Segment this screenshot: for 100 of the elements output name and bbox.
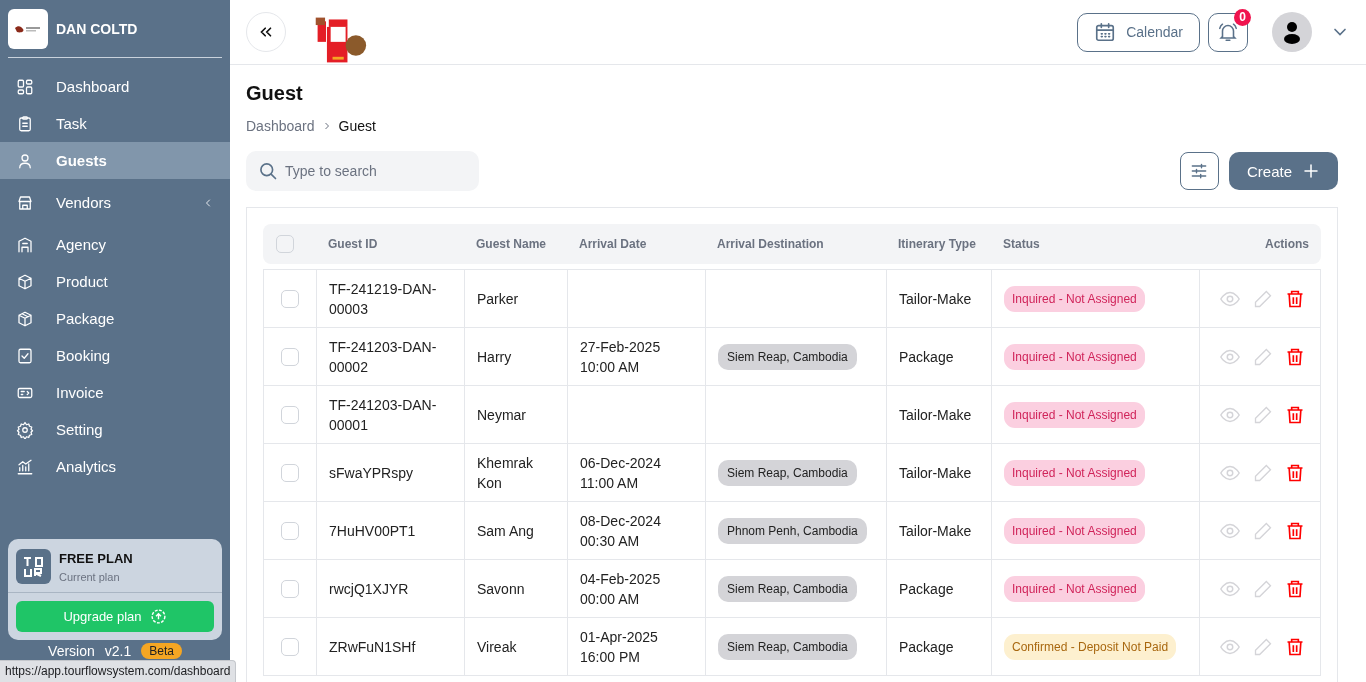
- collapse-button[interactable]: [246, 12, 286, 52]
- sidebar-item[interactable]: Package: [0, 300, 230, 337]
- itinerary-type: Tailor-Make: [899, 405, 973, 425]
- building-icon: [16, 235, 34, 254]
- status-tag: Inquired - Not Assigned: [1004, 285, 1145, 312]
- itinerary-type: Package: [899, 637, 955, 657]
- notification-count: 0: [1234, 8, 1251, 26]
- status-tag: Inquired - Not Assigned: [1004, 401, 1145, 428]
- pencil-icon[interactable]: [1253, 636, 1273, 657]
- company-name: DAN COLTD: [56, 21, 138, 37]
- pencil-icon[interactable]: [1253, 404, 1273, 425]
- row-checkbox[interactable]: [281, 405, 299, 424]
- sidebar-item[interactable]: Vendors: [0, 179, 230, 226]
- status-tag: Confirmed - Deposit Not Paid: [1004, 633, 1177, 660]
- search-icon: [258, 161, 278, 181]
- sidebar-item[interactable]: Booking: [0, 337, 230, 374]
- row-checkbox[interactable]: [281, 347, 299, 366]
- beta-badge: Beta: [141, 642, 182, 659]
- pencil-icon[interactable]: [1253, 346, 1273, 367]
- sidebar-item[interactable]: Product: [0, 263, 230, 300]
- version-number: v2.1: [104, 642, 132, 659]
- bell-icon: [1217, 21, 1239, 43]
- sidebar-item[interactable]: Guests: [0, 142, 230, 179]
- sidebar-item[interactable]: Setting: [0, 411, 230, 448]
- page-title: Guest: [246, 82, 304, 105]
- select-all-checkbox[interactable]: [276, 235, 294, 253]
- column-header: Guest Name: [475, 237, 548, 251]
- arrival-time: 00:00 AM: [580, 589, 641, 609]
- version-label: Version: [48, 642, 95, 659]
- status-tag: Inquired - Not Assigned: [1004, 517, 1145, 544]
- itinerary-type: Package: [899, 579, 955, 599]
- row-checkbox[interactable]: [281, 637, 299, 656]
- sidebar-item[interactable]: Agency: [0, 226, 230, 263]
- sidebar-item[interactable]: Task: [0, 105, 230, 142]
- sidebar-item[interactable]: Dashboard: [0, 68, 230, 105]
- calendar-button[interactable]: Calendar: [1077, 12, 1200, 52]
- upload-icon: [149, 608, 167, 625]
- arrival-date: 06-Dec-2024: [580, 453, 662, 473]
- row-checkbox[interactable]: [281, 463, 299, 482]
- clipboard-icon: [16, 114, 34, 133]
- link-url: https://app.tourflowsystem.com/dashboard: [5, 664, 231, 678]
- trash-icon[interactable]: [1285, 636, 1305, 657]
- avatar[interactable]: [1272, 12, 1312, 52]
- guest-name: Vireak: [477, 637, 518, 657]
- breadcrumb-link[interactable]: Dashboard: [246, 118, 315, 134]
- guest-id: TF-241203-DAN-00002: [329, 337, 438, 377]
- box-icon: [16, 272, 34, 291]
- destination-tag: Siem Reap, Cambodia: [718, 575, 857, 602]
- sidebar-item[interactable]: Invoice: [0, 374, 230, 411]
- guest-name: Parker: [477, 289, 520, 309]
- itinerary-type: Tailor-Make: [899, 463, 973, 483]
- box-icon: [16, 309, 34, 328]
- guest-name: Khemrak Kon: [477, 453, 535, 493]
- sidebar-item[interactable]: Analytics: [0, 448, 230, 485]
- arrival-date: 01-Apr-2025: [580, 627, 659, 647]
- checklist-icon: [16, 346, 34, 365]
- guest-name: Savonn: [477, 579, 526, 599]
- pencil-icon[interactable]: [1253, 288, 1273, 309]
- search-field[interactable]: Type to search: [246, 151, 479, 191]
- gear-icon: [16, 420, 34, 439]
- column-header: Arrival Destination: [716, 237, 825, 251]
- trash-icon[interactable]: [1285, 462, 1305, 483]
- filter-button[interactable]: [1179, 152, 1219, 190]
- guest-id: TF-241203-DAN-00001: [329, 395, 438, 435]
- pencil-icon[interactable]: [1253, 520, 1273, 541]
- destination-tag: Siem Reap, Cambodia: [718, 343, 857, 370]
- notification-button[interactable]: 0: [1208, 12, 1248, 52]
- guest-id: rwcjQ1XJYR: [329, 579, 410, 599]
- arrival-time: 16:00 PM: [580, 647, 641, 667]
- company-logo: [8, 9, 48, 49]
- column-header: Itinerary Type: [897, 237, 977, 251]
- arrival-time: 10:00 AM: [580, 357, 641, 377]
- chart-icon: [16, 457, 34, 476]
- pencil-icon[interactable]: [1253, 578, 1273, 599]
- trash-icon[interactable]: [1285, 288, 1305, 309]
- row-checkbox[interactable]: [281, 579, 299, 598]
- create-button[interactable]: Create: [1228, 152, 1338, 190]
- arrival-time: 00:30 AM: [580, 531, 641, 551]
- trash-icon[interactable]: [1285, 520, 1305, 541]
- itinerary-type: Package: [899, 347, 955, 367]
- plan-subtitle: Current plan: [59, 571, 121, 583]
- trash-icon[interactable]: [1285, 404, 1305, 425]
- trash-icon[interactable]: [1285, 578, 1305, 599]
- plan-title: FREE PLAN: [59, 551, 133, 566]
- guest-name: Harry: [477, 347, 513, 367]
- status-tag: Inquired - Not Assigned: [1004, 343, 1145, 370]
- pencil-icon[interactable]: [1253, 462, 1273, 483]
- row-checkbox[interactable]: [281, 521, 299, 540]
- trash-icon[interactable]: [1285, 346, 1305, 367]
- itinerary-type: Tailor-Make: [899, 289, 973, 309]
- guest-name: Neymar: [477, 405, 527, 425]
- row-checkbox[interactable]: [281, 289, 299, 308]
- plan-logo: [16, 549, 51, 584]
- itinerary-type: Tailor-Make: [899, 521, 973, 541]
- breadcrumb-current: Guest: [338, 118, 376, 134]
- destination-tag: Phnom Penh, Cambodia: [718, 517, 867, 544]
- person-icon: [16, 151, 34, 170]
- arrival-time: 11:00 AM: [580, 473, 640, 493]
- column-header: Guest ID: [327, 237, 379, 251]
- guest-id: 7HuHV00PT1: [329, 521, 417, 541]
